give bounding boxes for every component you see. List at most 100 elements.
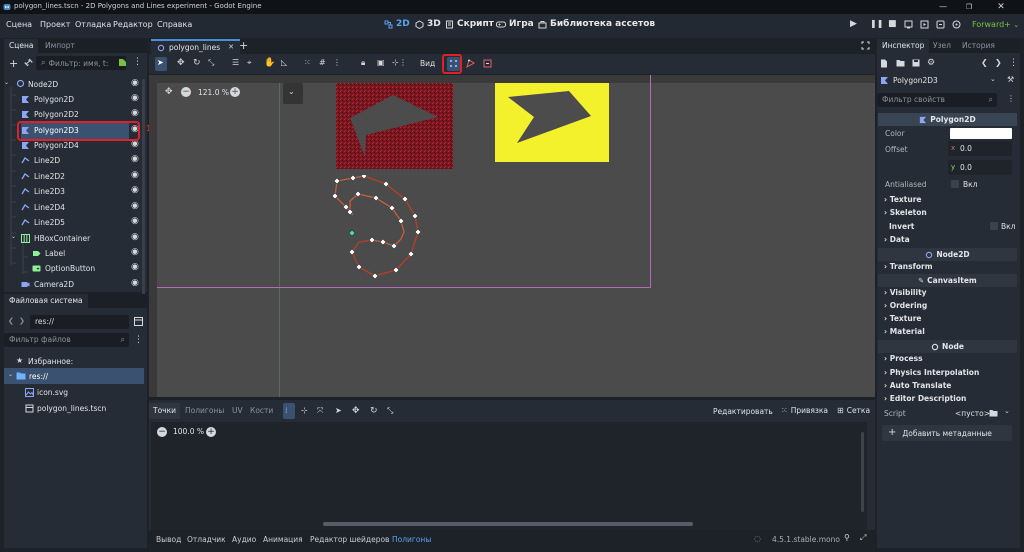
category-physics-interpolation[interactable]: › Physics Interpolation [884, 368, 979, 377]
section-node2d[interactable]: Node2D [878, 248, 1017, 261]
rotate-tool-icon[interactable]: ↻ [370, 407, 378, 416]
zoom-out-icon[interactable]: − [181, 87, 191, 97]
tab-points[interactable]: Точки [149, 403, 181, 419]
history-forward-icon[interactable]: ❯ [995, 59, 1002, 67]
tree-node-polygon2d2[interactable]: Polygon2D2 ◉ [4, 107, 144, 122]
category-auto-translate[interactable]: › Auto Translate [884, 381, 951, 390]
move-tool-icon[interactable]: ✥ [177, 59, 185, 68]
workspace-script-button[interactable]: Скрипт [445, 19, 494, 29]
minimize-icon[interactable]: — [936, 1, 950, 13]
move-tool-icon[interactable]: ✥ [352, 407, 360, 416]
scene-filter-input[interactable]: ⌕ Фильтр: имя, t: [36, 56, 126, 70]
vertical-scrollbar[interactable] [861, 432, 864, 512]
antialiased-checkbox[interactable] [951, 180, 959, 188]
category-process[interactable]: › Process [884, 354, 923, 363]
category-skeleton[interactable]: › Skeleton [884, 208, 927, 217]
polygon-delete-point-icon[interactable] [483, 59, 492, 68]
select-arrow-icon[interactable]: ➤ [335, 407, 342, 415]
visibility-eye-icon[interactable]: ◉ [131, 140, 139, 149]
tree-node-line2d[interactable]: Line2D ◉ [4, 153, 144, 168]
tab-output[interactable]: Вывод [156, 535, 181, 544]
history-back-icon[interactable]: ❮ [981, 59, 988, 67]
visibility-eye-icon[interactable]: ◉ [131, 279, 139, 288]
distraction-free-icon[interactable] [861, 41, 870, 50]
file-filter-input[interactable]: Фильтр файлов ⌕ [4, 333, 129, 347]
renderer-selector[interactable]: Forward+ ⌄ [972, 20, 1019, 29]
link-icon[interactable] [24, 58, 33, 67]
filter-options-icon[interactable]: ⋮ [1007, 95, 1015, 103]
folder-icon[interactable] [989, 409, 998, 417]
movie-icon[interactable] [952, 20, 961, 29]
snap-options-icon[interactable]: ⋮ [333, 59, 341, 67]
group-icon[interactable]: ▣ [377, 59, 385, 67]
options-icon[interactable]: ⚙ [927, 59, 935, 68]
close-icon[interactable]: ✕ [228, 44, 234, 51]
view-menu[interactable]: Вид [420, 59, 435, 68]
edit-points-icon[interactable]: ⁞ [285, 407, 288, 415]
pause-icon[interactable]: ❚❚ [870, 20, 883, 28]
category-material[interactable]: › Material [884, 327, 925, 336]
forward-arrow-icon[interactable]: ❯ [19, 318, 25, 325]
section-polygon2d[interactable]: Polygon2D [878, 113, 1017, 126]
section-node[interactable]: Node [878, 340, 1017, 353]
offset-x-field[interactable]: x 0.0 [948, 141, 1012, 156]
file-row-icon-svg[interactable]: icon.svg [4, 385, 144, 400]
polygon-create-icon[interactable] [466, 59, 475, 68]
menu-scene[interactable]: Сцена [6, 20, 32, 29]
tab-shader-editor[interactable]: Редактор шейдеров [310, 535, 389, 544]
tree-node-hboxcontainer[interactable]: ⌄ HBoxContainer ◉ [4, 231, 144, 246]
visibility-eye-icon[interactable]: ◉ [131, 109, 139, 118]
edit-menu[interactable]: Редактировать [713, 407, 773, 416]
open-resource-icon[interactable] [896, 59, 905, 67]
chevron-down-icon[interactable]: ⌄ [1004, 408, 1010, 415]
add-tab-icon[interactable]: + [239, 40, 248, 51]
object-selector[interactable]: Polygon2D3 ⌄ [877, 73, 999, 88]
color-picker-swatch[interactable] [950, 128, 1012, 139]
menu-icon[interactable]: ⋮ [134, 336, 143, 345]
menu-icon[interactable]: ⋮ [1009, 59, 1018, 68]
category-visibility[interactable]: › Visibility [884, 288, 927, 297]
spiral-polygon-editor[interactable] [329, 175, 459, 290]
category-texture[interactable]: › Texture [884, 195, 921, 204]
visibility-eye-icon[interactable]: ◉ [131, 186, 139, 195]
tab-scene[interactable]: Сцена [4, 39, 39, 53]
tree-node-camera2d[interactable]: Camera2D ◉ [4, 277, 144, 292]
ruler-icon[interactable]: ◺ [281, 59, 287, 67]
visibility-eye-icon[interactable]: ◉ [131, 94, 139, 103]
lock-icon[interactable]: 🔒︎ [361, 59, 365, 67]
section-canvasitem[interactable]: ✎ CanvasItem [878, 274, 1017, 287]
new-resource-icon[interactable] [880, 59, 888, 68]
category-data[interactable]: › Data [884, 235, 910, 244]
workspace-2d-button[interactable]: 2D [384, 19, 410, 29]
offset-y-field[interactable]: y 0.0 [948, 160, 1012, 175]
uv-canvas[interactable]: − 100.0 % + [151, 422, 867, 530]
zoom-in-icon[interactable]: + [206, 427, 216, 437]
tab-node[interactable]: Узел [928, 39, 956, 53]
list-select-icon[interactable]: ☰ [232, 59, 239, 67]
pan-hand-icon[interactable]: ✋ [264, 59, 275, 68]
file-row-polygon-lines[interactable]: polygon_lines.tscn [4, 401, 144, 416]
tree-node-optionbutton[interactable]: OptionButton ◉ [4, 261, 144, 276]
add-node-icon[interactable]: + [9, 58, 18, 69]
zoom-level[interactable]: 121.0 % [198, 88, 229, 97]
visibility-eye-icon[interactable]: ◉ [131, 202, 139, 211]
workspace-3d-button[interactable]: 3D [415, 19, 441, 29]
pin-icon[interactable]: ⚲ [844, 534, 850, 542]
tool-icon[interactable]: ⚒ [1007, 76, 1014, 84]
tab-uv[interactable]: UV [232, 406, 243, 415]
tab-filesystem[interactable]: Файловая система [4, 294, 88, 308]
visibility-eye-icon[interactable]: ◉ [131, 171, 139, 180]
split-view-icon[interactable] [134, 317, 143, 326]
tree-node-node2d[interactable]: ⌄ Node2D ◉ [4, 77, 144, 92]
menu-debug[interactable]: Отладка [75, 20, 111, 29]
tab-polygons[interactable]: Полигоны [185, 406, 224, 415]
remove-point-icon[interactable]: ⤧ [317, 407, 323, 415]
canvas-dropdown[interactable]: ⌄ [283, 83, 303, 104]
bones-icon[interactable]: ⊹ [392, 59, 399, 67]
back-arrow-icon[interactable]: ❮ [8, 318, 14, 325]
collapse-arrow-icon[interactable]: ⌄ [4, 80, 9, 86]
category-editor-description[interactable]: › Editor Description [884, 394, 966, 403]
rotate-tool-icon[interactable]: ↻ [193, 59, 201, 68]
property-filter-input[interactable]: Фильтр свойств ⌕ [877, 93, 997, 107]
category-ordering[interactable]: › Ordering [884, 301, 927, 310]
